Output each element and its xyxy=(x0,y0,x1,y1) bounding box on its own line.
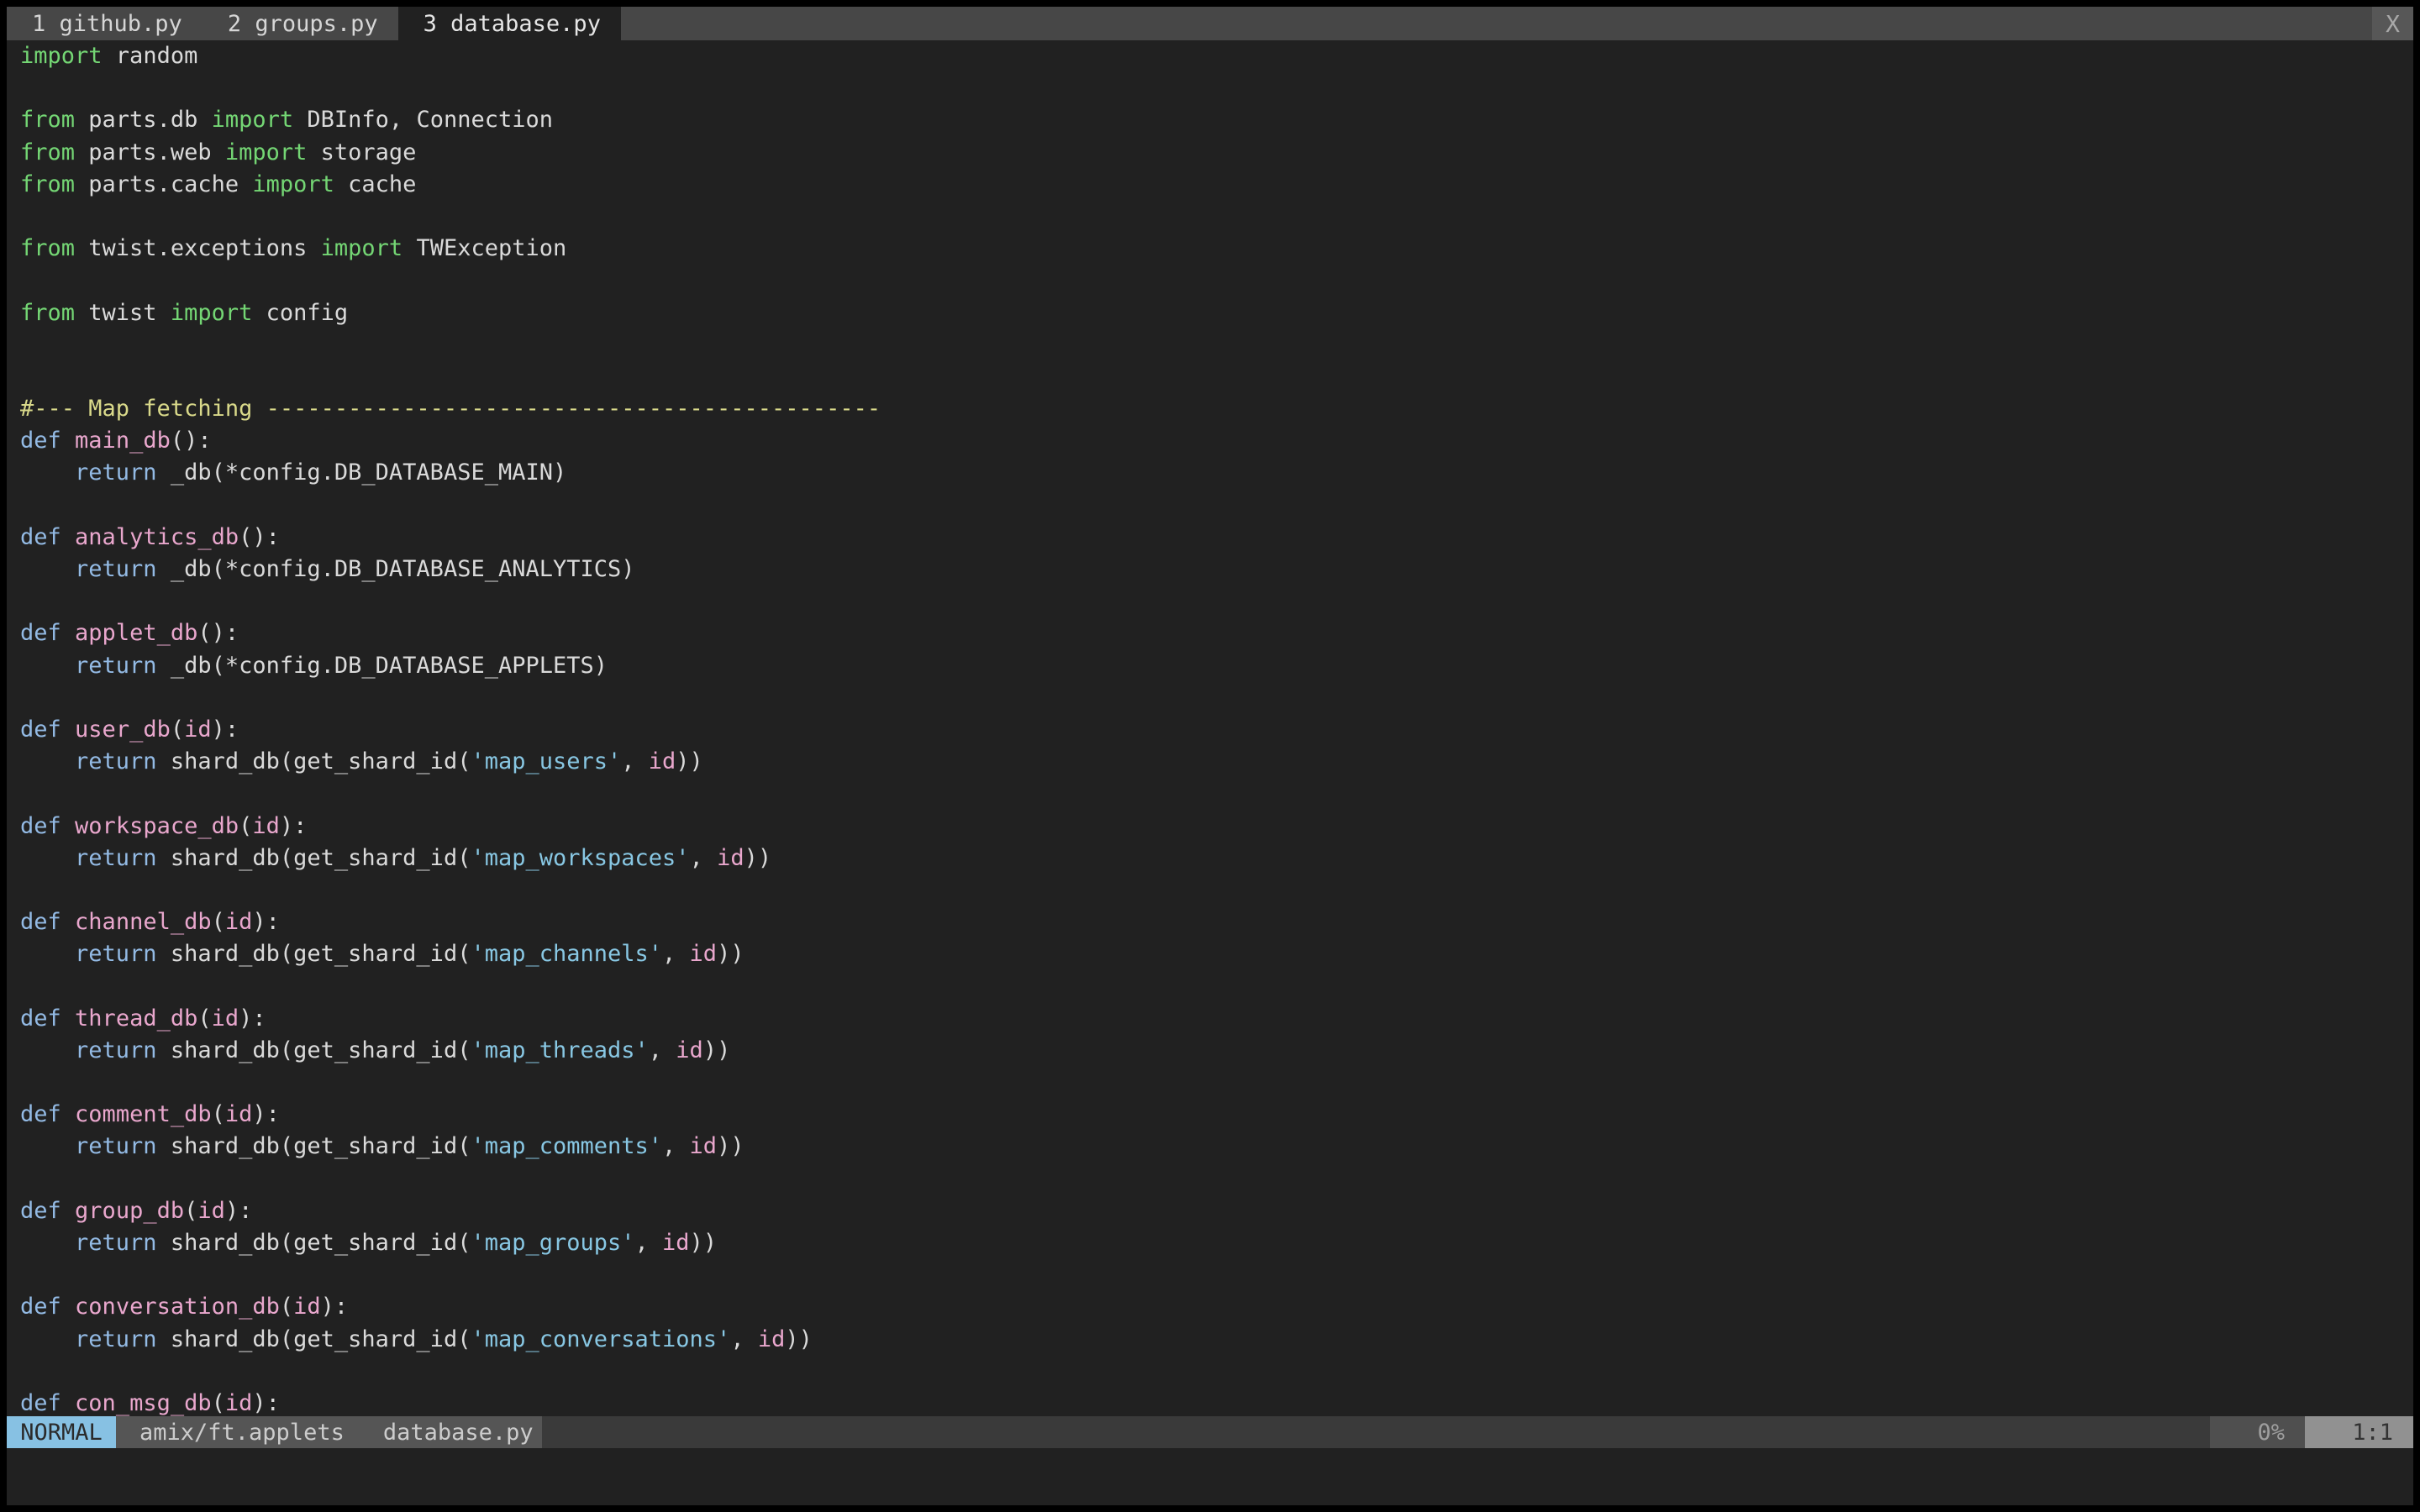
statusbar-filler xyxy=(542,1416,2210,1448)
code-line: return _db(*config.DB_DATABASE_APPLETS) xyxy=(20,650,2413,682)
tab-github-py[interactable]: 1 github.py xyxy=(7,7,203,40)
code-line xyxy=(20,1163,2413,1195)
code-line xyxy=(20,329,2413,361)
code-line xyxy=(20,361,2413,393)
code-line: def con_msg_db(id): xyxy=(20,1388,2413,1416)
code-line xyxy=(20,1259,2413,1291)
code-line: return _db(*config.DB_DATABASE_MAIN) xyxy=(20,457,2413,489)
filename-label: database.py xyxy=(383,1420,534,1446)
code-line xyxy=(20,682,2413,714)
code-line xyxy=(20,265,2413,297)
code-line xyxy=(20,1356,2413,1388)
code-line: def applet_db(): xyxy=(20,617,2413,649)
code-line xyxy=(20,585,2413,617)
code-line: def conversation_db(id): xyxy=(20,1291,2413,1323)
tab-database-py[interactable]: 3 database.py xyxy=(398,7,621,40)
code-line: def comment_db(id): xyxy=(20,1099,2413,1131)
code-line: from parts.cache import cache xyxy=(20,169,2413,201)
terminal-bottom-padding xyxy=(7,1448,2413,1505)
tab-bar-fill xyxy=(621,7,2372,40)
code-line: import random xyxy=(20,40,2413,72)
code-line xyxy=(20,970,2413,1002)
tab-bar: 1 github.py2 groups.py3 database.py X xyxy=(7,7,2413,40)
code-line xyxy=(20,1067,2413,1099)
context-segment: amix/ft.applets database.py xyxy=(116,1416,542,1448)
code-line: def thread_db(id): xyxy=(20,1003,2413,1035)
editor[interactable]: import random from parts.db import DBInf… xyxy=(7,40,2413,1416)
code-line: from parts.web import storage xyxy=(20,137,2413,169)
code-line: return shard_db(get_shard_id('map_conver… xyxy=(20,1324,2413,1356)
code-line: return shard_db(get_shard_id('map_thread… xyxy=(20,1035,2413,1067)
code-line: def analytics_db(): xyxy=(20,522,2413,554)
scroll-percent: 0% xyxy=(2210,1416,2305,1448)
code-line: return _db(*config.DB_DATABASE_ANALYTICS… xyxy=(20,554,2413,585)
code-line xyxy=(20,72,2413,104)
code-line: from twist.exceptions import TWException xyxy=(20,233,2413,265)
code-line: from parts.db import DBInfo, Connection xyxy=(20,104,2413,136)
code-line xyxy=(20,874,2413,906)
code-line: def main_db(): xyxy=(20,425,2413,457)
code-line: return shard_db(get_shard_id('map_worksp… xyxy=(20,843,2413,874)
code-line: def workspace_db(id): xyxy=(20,811,2413,843)
code-line: return shard_db(get_shard_id('map_users'… xyxy=(20,746,2413,778)
mode-indicator: NORMAL xyxy=(7,1416,116,1448)
code-line xyxy=(20,490,2413,522)
code-line: from twist import config xyxy=(20,297,2413,329)
code-line: #--- Map fetching ----------------------… xyxy=(20,393,2413,425)
vim-terminal-window: 1 github.py2 groups.py3 database.py X im… xyxy=(7,7,2413,1505)
code-line: return shard_db(get_shard_id('map_groups… xyxy=(20,1227,2413,1259)
code-line: return shard_db(get_shard_id('map_channe… xyxy=(20,938,2413,970)
code-line: return shard_db(get_shard_id('map_commen… xyxy=(20,1131,2413,1163)
code-line xyxy=(20,778,2413,810)
cursor-position: 1:1 xyxy=(2305,1416,2413,1448)
close-icon: X xyxy=(2386,10,2400,38)
code-line: def user_db(id): xyxy=(20,714,2413,746)
status-bar: NORMAL amix/ft.applets database.py 0% 1:… xyxy=(7,1416,2413,1448)
context-label: amix/ft.applets xyxy=(139,1420,345,1446)
tab-groups-py[interactable]: 2 groups.py xyxy=(203,7,398,40)
code-line: def channel_db(id): xyxy=(20,906,2413,938)
code-line xyxy=(20,201,2413,233)
close-button[interactable]: X xyxy=(2372,7,2413,40)
code-line: def group_db(id): xyxy=(20,1195,2413,1227)
